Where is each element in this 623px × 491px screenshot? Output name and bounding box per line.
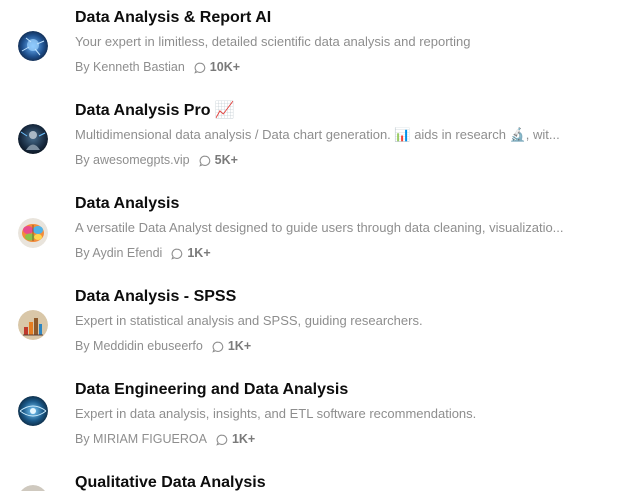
- gpt-title-text: Data Analysis Pro: [75, 102, 211, 119]
- gpt-description: A versatile Data Analyst designed to gui…: [75, 220, 564, 235]
- gpt-meta: By Meddidin ebuseerfo 1K+: [75, 337, 251, 355]
- chat-bubble-icon: [212, 340, 224, 353]
- gpt-meta: By Aydin Efendi 1K+: [75, 244, 211, 262]
- chat-bubble-icon: [198, 154, 211, 167]
- tech-figure-avatar-icon: [18, 124, 48, 154]
- chat-bubble-icon: [216, 433, 228, 446]
- gpt-description: Expert in data analysis, insights, and E…: [75, 406, 477, 421]
- gpt-author: By MIRIAM FIGUEROA: [75, 432, 207, 446]
- chat-bubble-icon: [194, 61, 206, 74]
- gpt-author: By Aydin Efendi: [75, 246, 163, 260]
- gpt-description: Your expert in limitless, detailed scien…: [75, 34, 471, 49]
- chart-increasing-icon: 📈: [214, 102, 235, 119]
- colorful-brain-avatar-icon: [18, 218, 48, 248]
- gpt-title[interactable]: Data Engineering and Data Analysis: [75, 380, 348, 400]
- gpt-description: Expert in statistical analysis and SPSS,…: [75, 313, 423, 328]
- gpt-title[interactable]: Data Analysis: [75, 194, 179, 214]
- qualitative-avatar-icon: [18, 485, 48, 491]
- gpt-result-item[interactable]: Data Analysis - SPSS Expert in statistic…: [0, 287, 623, 381]
- blue-circuit-avatar-icon: [18, 31, 48, 61]
- gpt-result-item[interactable]: Data Engineering and Data Analysis Exper…: [0, 380, 623, 474]
- gpt-search-results: Data Analysis & Report AI Your expert in…: [0, 0, 623, 491]
- conversation-count: 1K+: [227, 339, 252, 353]
- gpt-meta: By MIRIAM FIGUEROA 1K+: [75, 430, 255, 448]
- gpt-title[interactable]: Qualitative Data Analysis: [75, 473, 266, 491]
- conversation-count: 1K+: [231, 432, 256, 446]
- bar-chart-avatar-icon: [18, 310, 48, 340]
- gpt-title[interactable]: Data Analysis - SPSS: [75, 287, 236, 307]
- gpt-description: Multidimensional data analysis / Data ch…: [75, 127, 560, 142]
- gpt-author: By Meddidin ebuseerfo: [75, 339, 203, 353]
- gpt-author: By Kenneth Bastian: [75, 60, 185, 74]
- conversation-count: 1K+: [187, 246, 211, 260]
- gpt-result-item[interactable]: Qualitative Data Analysis: [0, 473, 623, 491]
- gpt-meta: By Kenneth Bastian 10K+: [75, 58, 240, 76]
- gpt-result-item[interactable]: Data Analysis Pro 📈 Multidimensional data…: [0, 101, 623, 195]
- gpt-title[interactable]: Data Analysis & Report AI: [75, 8, 271, 28]
- gpt-meta: By awesomegpts.vip 5K+: [75, 151, 238, 169]
- conversation-count: 10K+: [209, 60, 241, 74]
- conversation-count: 5K+: [214, 153, 238, 167]
- gpt-author: By awesomegpts.vip: [75, 153, 190, 167]
- chat-bubble-icon: [171, 247, 183, 260]
- network-avatar-icon: [18, 396, 48, 426]
- gpt-result-item[interactable]: Data Analysis A versatile Data Analyst d…: [0, 194, 623, 288]
- gpt-result-item[interactable]: Data Analysis & Report AI Your expert in…: [0, 8, 623, 102]
- gpt-title[interactable]: Data Analysis Pro 📈: [75, 101, 234, 121]
